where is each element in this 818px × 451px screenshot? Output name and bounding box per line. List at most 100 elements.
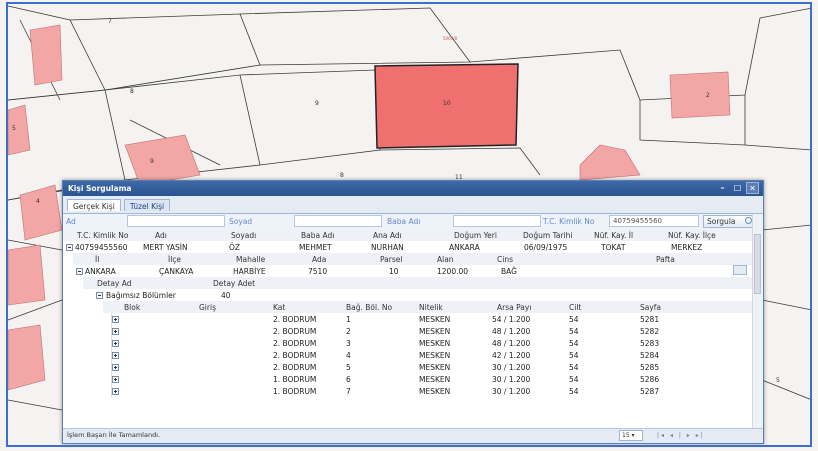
parcel-number: 9	[315, 100, 319, 107]
person-header-row: T.C. Kimlik No Adı Soyadı Baba Adı Ana A…	[63, 229, 753, 241]
table-cell: Bağımsız Bölümler	[106, 291, 176, 300]
column-header: Parsel	[380, 255, 403, 264]
parcel-number: 8	[130, 88, 134, 95]
close-icon[interactable]: ✕	[746, 182, 759, 194]
table-cell: 2	[346, 327, 351, 336]
unit-row[interactable]: 2. BODRUM 5 MESKEN 30 / 1.200 54 5285	[103, 361, 753, 373]
tab-legal-person[interactable]: Tüzel Kişi	[123, 199, 171, 211]
tab-real-person[interactable]: Gerçek Kişi	[67, 199, 121, 211]
dialog-titlebar[interactable]: Kişi Sorgulama – □ ✕	[63, 181, 763, 196]
table-cell: 3	[346, 339, 351, 348]
table-cell: NURHAN	[371, 243, 404, 252]
table-cell: 7510	[308, 267, 328, 276]
detail-row[interactable]: Bağımsız Bölümler 40	[83, 289, 753, 301]
expand-icon[interactable]	[112, 340, 119, 347]
table-cell: 5282	[640, 327, 660, 336]
expand-icon[interactable]	[112, 364, 119, 371]
expand-icon[interactable]	[112, 376, 119, 383]
parcel-number: 4	[36, 198, 40, 205]
table-cell: MESKEN	[419, 363, 451, 372]
vertical-scrollbar[interactable]	[752, 214, 763, 429]
column-header: Kat	[273, 303, 286, 312]
unit-row[interactable]: 2. BODRUM 1 MESKEN 54 / 1.200 54 5281	[103, 313, 753, 325]
maximize-icon[interactable]: □	[731, 182, 744, 194]
table-cell: 2. BODRUM	[273, 327, 317, 336]
table-cell: 7	[346, 387, 351, 396]
table-cell: 2. BODRUM	[273, 339, 317, 348]
column-header: İlçe	[168, 255, 182, 264]
expand-icon[interactable]	[112, 316, 119, 323]
table-cell: 5283	[640, 339, 660, 348]
table-cell: BAĞ	[501, 267, 517, 276]
expand-icon[interactable]	[112, 388, 119, 395]
sorgula-button[interactable]: Sorgula	[703, 215, 755, 228]
collapse-icon[interactable]	[96, 292, 103, 299]
ad-input[interactable]	[127, 215, 225, 227]
tc-label: T.C. Kimlik No	[543, 217, 595, 226]
table-cell: 10	[389, 267, 399, 276]
search-row: Ad Soyad Baba Adı T.C. Kimlik No 4075945…	[63, 214, 763, 229]
column-header: Cilt	[569, 303, 582, 312]
parcel-number: 2	[706, 92, 710, 99]
unit-row[interactable]: 1. BODRUM 6 MESKEN 30 / 1.200 54 5286	[103, 373, 753, 385]
column-header: Doğum Tarihi	[523, 231, 573, 240]
table-cell: 48 / 1.200	[492, 339, 531, 348]
column-header: Cins	[497, 255, 513, 264]
parcel-header-row: İl İlçe Mahalle Ada Parsel Alan Cins Paf…	[73, 253, 753, 265]
table-cell: 30 / 1.200	[492, 375, 531, 384]
column-header: Arsa Payı	[497, 303, 532, 312]
soyad-input[interactable]	[294, 215, 382, 227]
unit-row[interactable]: 1. BODRUM 7 MESKEN 30 / 1.200 54 5287	[103, 385, 753, 397]
table-cell: TOKAT	[601, 243, 626, 252]
table-cell: MESKEN	[419, 387, 451, 396]
baba-adi-label: Baba Adı	[387, 217, 421, 226]
table-cell: 4	[346, 351, 351, 360]
column-header: Ana Adı	[373, 231, 402, 240]
unit-row[interactable]: 2. BODRUM 3 MESKEN 48 / 1.200 54 5283	[103, 337, 753, 349]
table-cell: 2. BODRUM	[273, 363, 317, 372]
baba-adi-input[interactable]	[453, 215, 541, 227]
scroll-thumb[interactable]	[754, 234, 761, 294]
column-header: Nüf. Kay. İl	[594, 231, 634, 240]
unit-header-row: Blok Giriş Kat Bağ. Böl. No Nitelik Arsa…	[103, 301, 753, 313]
table-cell: 1200.00	[437, 267, 469, 276]
person-row[interactable]: 40759455560 MERT YASİN ÖZ MEHMET NURHAN …	[63, 241, 753, 253]
column-header: Soyadı	[231, 231, 257, 240]
pager-controls[interactable]: |◂ ◂ | ▸ ▸|	[657, 429, 705, 442]
table-cell: 2. BODRUM	[273, 315, 317, 324]
minimize-icon[interactable]: –	[716, 182, 729, 194]
collapse-icon[interactable]	[66, 244, 73, 251]
page-size-select[interactable]: 15 ▾	[619, 430, 643, 441]
soyad-label: Soyad	[229, 217, 253, 226]
table-cell: MESKEN	[419, 375, 451, 384]
table-cell: 5287	[640, 387, 660, 396]
table-cell: 54	[569, 351, 579, 360]
column-header: Detay Adet	[213, 279, 256, 288]
table-cell: 30 / 1.200	[492, 363, 531, 372]
parcel-row[interactable]: ANKARA ÇANKAYA HARBİYE 7510 10 1200.00 B…	[73, 265, 753, 277]
map-locate-icon[interactable]	[733, 265, 747, 275]
unit-row[interactable]: 2. BODRUM 2 MESKEN 48 / 1.200 54 5282	[103, 325, 753, 337]
table-cell: MESKEN	[419, 327, 451, 336]
table-cell: ANKARA	[449, 243, 480, 252]
table-cell: 5284	[640, 351, 660, 360]
tc-input[interactable]: 40759455560	[609, 215, 699, 227]
table-cell: MEHMET	[299, 243, 332, 252]
parcel-number: 10	[443, 100, 451, 107]
status-text: İşlem Başarı İle Tamamlandı.	[67, 431, 161, 439]
column-header: Giriş	[199, 303, 216, 312]
expand-icon[interactable]	[112, 352, 119, 359]
table-cell: 42 / 1.200	[492, 351, 531, 360]
unit-row[interactable]: 2. BODRUM 4 MESKEN 42 / 1.200 54 5284	[103, 349, 753, 361]
table-cell: 54	[569, 375, 579, 384]
table-cell: MERKEZ	[671, 243, 703, 252]
table-cell: 30 / 1.200	[492, 387, 531, 396]
collapse-icon[interactable]	[76, 268, 83, 275]
table-cell: 5281	[640, 315, 660, 324]
table-cell: ANKARA	[85, 267, 116, 276]
column-header: Adı	[155, 231, 167, 240]
table-cell: HARBİYE	[233, 267, 266, 276]
expand-icon[interactable]	[112, 328, 119, 335]
column-header: Baba Adı	[301, 231, 335, 240]
column-header: Mahalle	[236, 255, 266, 264]
